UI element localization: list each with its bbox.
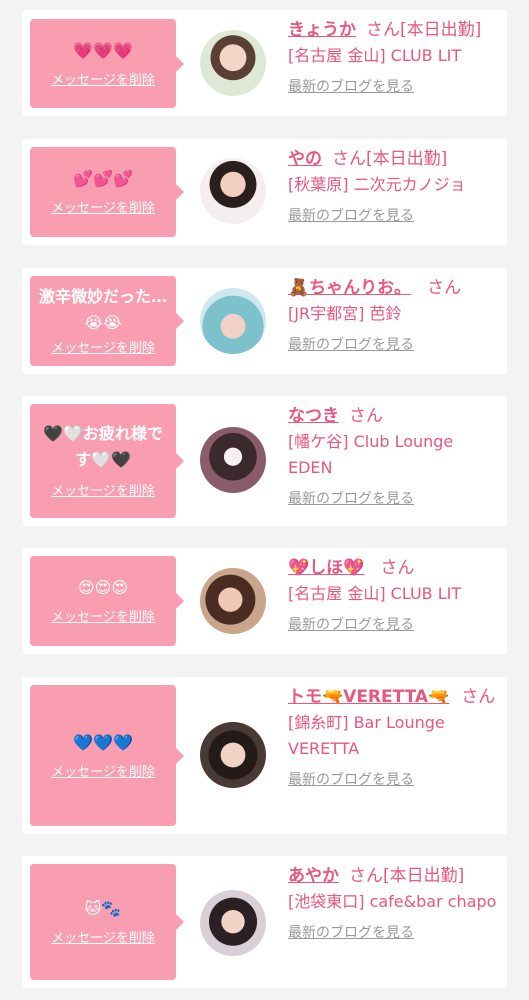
latest-blog-link[interactable]: 最新のブログを見る	[288, 489, 414, 509]
message-bubble: 😍😍😍 メッセージを削除	[30, 556, 184, 646]
message-text: 💙💙💙	[73, 732, 133, 752]
honorific: さん	[380, 558, 415, 578]
message-bubble: 激辛微妙だった… 😭😭 メッセージを削除	[30, 276, 184, 366]
message-card: 🖤🤍お疲れ様です🤍🖤 メッセージを削除 なつき さん [幡ケ谷] Club Lou…	[22, 396, 507, 526]
shop-name: [名古屋 金山] CLUB LIT	[288, 46, 462, 65]
cast-info: やの さん[本日出勤] [秋葉原] 二次元カノジョ 最新のブログを見る	[288, 147, 500, 226]
message-text: 激辛微妙だった… 😭😭	[38, 287, 167, 332]
avatar[interactable]	[200, 890, 266, 956]
message-bubble: 🐱🐾 メッセージを削除	[30, 864, 184, 980]
message-text: 😍😍😍	[77, 578, 129, 597]
honorific: さん	[332, 149, 366, 169]
honorific: さん	[427, 278, 462, 298]
delete-message-link[interactable]: メッセージを削除	[51, 340, 155, 358]
cast-info: 💖しほ💖 さん [名古屋 金山] CLUB LIT 最新のブログを見る	[288, 556, 500, 635]
avatar[interactable]	[200, 722, 266, 788]
avatar[interactable]	[200, 30, 266, 96]
message-card: 激辛微妙だった… 😭😭 メッセージを削除 🧸ちゃんりお。 さん [JR宇都宮] 芭…	[22, 268, 507, 374]
message-text: 🐱🐾	[84, 899, 122, 918]
cast-name-link[interactable]: トモ🔫VERETTA🔫	[288, 687, 449, 707]
delete-message-link[interactable]: メッセージを削除	[51, 764, 155, 782]
cast-info: あやか さん[本日出勤] [池袋東口] cafe&bar chapo 最新のブログ…	[288, 864, 500, 943]
message-bubble: 💕💕💕 メッセージを削除	[30, 147, 184, 237]
cast-name-link[interactable]: やの	[288, 149, 322, 169]
message-card: 💕💕💕 メッセージを削除 やの さん[本日出勤] [秋葉原] 二次元カノジョ 最新…	[22, 139, 507, 245]
shop-name: [名古屋 金山] CLUB LIT	[288, 584, 462, 603]
status-badge: [本日出勤]	[400, 20, 482, 40]
cast-info: きょうか さん[本日出勤] [名古屋 金山] CLUB LIT 最新のブログを見る	[288, 18, 500, 97]
message-card: 💙💙💙 メッセージを削除 トモ🔫VERETTA🔫 さん [錦糸町] Bar Lou…	[22, 677, 507, 834]
delete-message-link[interactable]: メッセージを削除	[51, 72, 155, 90]
avatar[interactable]	[200, 158, 266, 224]
cast-name-link[interactable]: 🧸ちゃんりお。	[288, 278, 411, 298]
cast-name-link[interactable]: 💖しほ💖	[288, 558, 364, 578]
delete-message-link[interactable]: メッセージを削除	[51, 200, 155, 218]
latest-blog-link[interactable]: 最新のブログを見る	[288, 206, 414, 226]
latest-blog-link[interactable]: 最新のブログを見る	[288, 615, 414, 635]
delete-message-link[interactable]: メッセージを削除	[51, 483, 155, 501]
avatar[interactable]	[200, 568, 266, 634]
honorific: さん	[461, 687, 496, 707]
latest-blog-link[interactable]: 最新のブログを見る	[288, 923, 414, 943]
cast-info: なつき さん [幡ケ谷] Club Lounge EDEN 最新のブログを見る	[288, 404, 500, 509]
cast-name-link[interactable]: なつき	[288, 406, 339, 426]
cast-name-link[interactable]: あやか	[288, 866, 339, 886]
delete-message-link[interactable]: メッセージを削除	[51, 930, 155, 948]
avatar[interactable]	[200, 288, 266, 354]
avatar[interactable]	[200, 427, 266, 493]
message-text: 💕💕💕	[73, 169, 133, 188]
shop-name: [池袋東口] cafe&bar chapo	[288, 892, 497, 911]
latest-blog-link[interactable]: 最新のブログを見る	[288, 770, 414, 790]
message-card: 💗💗💗 メッセージを削除 きょうか さん[本日出勤] [名古屋 金山] CLUB …	[22, 10, 507, 116]
status-badge: [本日出勤]	[366, 149, 448, 169]
shop-name: [錦糸町] Bar Lounge VERETTA	[288, 713, 445, 758]
message-bubble: 🖤🤍お疲れ様です🤍🖤 メッセージを削除	[30, 404, 184, 518]
shop-name: [秋葉原] 二次元カノジョ	[288, 175, 466, 194]
shop-name: [JR宇都宮] 芭鈴	[288, 304, 402, 323]
latest-blog-link[interactable]: 最新のブログを見る	[288, 335, 414, 355]
message-card: 😍😍😍 メッセージを削除 💖しほ💖 さん [名古屋 金山] CLUB LIT 最新…	[22, 548, 507, 654]
latest-blog-link[interactable]: 最新のブログを見る	[288, 77, 414, 97]
honorific: さん	[366, 20, 400, 40]
message-card: 🐱🐾 メッセージを削除 あやか さん[本日出勤] [池袋東口] cafe&bar …	[22, 856, 507, 988]
honorific: さん	[349, 406, 383, 426]
honorific: さん	[349, 866, 383, 886]
shop-name: [幡ケ谷] Club Lounge EDEN	[288, 432, 454, 477]
message-bubble: 💗💗💗 メッセージを削除	[30, 19, 184, 108]
message-bubble: 💙💙💙 メッセージを削除	[30, 685, 184, 826]
cast-info: 🧸ちゃんりお。 さん [JR宇都宮] 芭鈴 最新のブログを見る	[288, 276, 500, 355]
cast-info: トモ🔫VERETTA🔫 さん [錦糸町] Bar Lounge VERETTA 最…	[288, 685, 500, 790]
cast-name-link[interactable]: きょうか	[288, 20, 356, 40]
delete-message-link[interactable]: メッセージを削除	[51, 609, 155, 627]
message-text: 💗💗💗	[73, 40, 133, 60]
message-text: 🖤🤍お疲れ様です🤍🖤	[43, 424, 163, 469]
status-badge: [本日出勤]	[383, 866, 465, 886]
